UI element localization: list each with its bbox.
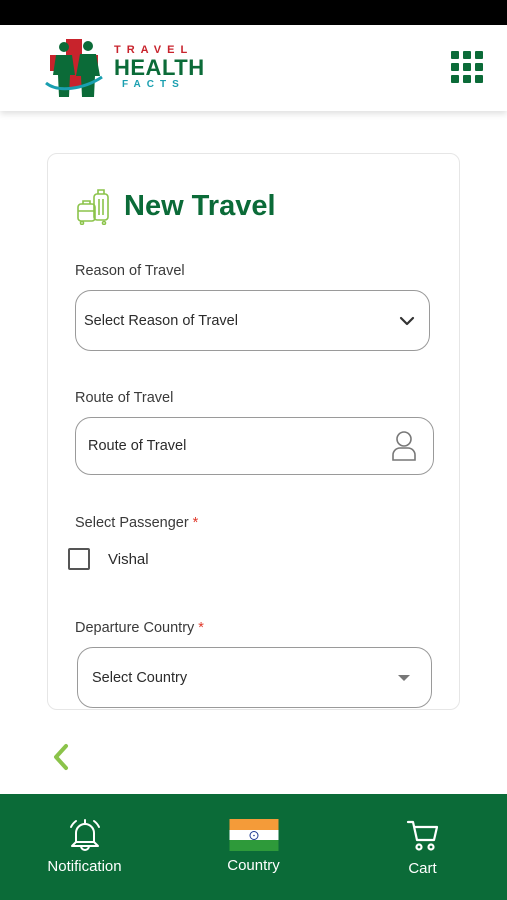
chevron-down-icon: [399, 316, 415, 325]
grid-dot: [463, 51, 471, 59]
nav-notification[interactable]: Notification: [0, 794, 169, 900]
nav-label-notification: Notification: [47, 858, 122, 875]
grid-dot: [451, 51, 459, 59]
bell-icon: [69, 819, 100, 851]
caret-down-icon: [398, 674, 410, 681]
travel-health-facts-logo[interactable]: TRAVEL HEALTH FACTS: [44, 37, 214, 99]
chevron-left-icon[interactable]: [50, 742, 72, 772]
departure-label: Departure Country *: [75, 620, 204, 636]
route-label: Route of Travel: [75, 390, 174, 406]
new-travel-card: New Travel Reason of Travel Select Reaso…: [47, 153, 460, 710]
logo-word-health: HEALTH: [114, 55, 205, 80]
luggage-icon: [77, 189, 109, 225]
cart-icon: [406, 820, 438, 851]
grid-dot: [463, 63, 471, 71]
grid-dot: [475, 63, 483, 71]
required-mark: *: [198, 620, 204, 636]
app-header: TRAVEL HEALTH FACTS: [0, 25, 507, 111]
logo-word-facts: FACTS: [122, 79, 185, 90]
nav-label-cart: Cart: [408, 860, 437, 877]
reason-label: Reason of Travel: [75, 263, 185, 279]
grid-dot: [451, 63, 459, 71]
reason-select-value: Select Reason of Travel: [84, 312, 238, 329]
person-icon: [392, 431, 416, 461]
logo-figures-icon: [45, 39, 103, 97]
grid-dot: [463, 75, 471, 83]
passenger-checkbox[interactable]: [68, 548, 90, 570]
reason-select[interactable]: Select Reason of Travel: [75, 290, 430, 351]
required-mark: *: [192, 515, 199, 531]
route-input[interactable]: Route of Travel: [75, 417, 434, 475]
passenger-name: Vishal: [108, 550, 149, 568]
departure-country-select[interactable]: Select Country: [77, 647, 432, 708]
india-flag-icon: [229, 819, 278, 851]
nav-country[interactable]: Country: [169, 794, 338, 900]
grid-menu-icon[interactable]: [451, 51, 483, 83]
grid-dot: [451, 75, 459, 83]
passenger-option[interactable]: Vishal: [68, 548, 149, 570]
page-title: New Travel: [124, 189, 276, 222]
nav-cart[interactable]: Cart: [338, 794, 507, 900]
route-input-placeholder: Route of Travel: [88, 438, 187, 454]
departure-select-value: Select Country: [92, 669, 188, 686]
card-title-row: New Travel: [74, 186, 276, 226]
nav-label-country: Country: [227, 857, 280, 874]
passenger-label-text: Select Passenger: [75, 515, 189, 531]
departure-label-text: Departure Country: [75, 620, 195, 636]
grid-dot: [475, 51, 483, 59]
grid-dot: [475, 75, 483, 83]
bottom-nav: Notification Country Cart: [0, 794, 507, 900]
status-bar: [0, 0, 507, 25]
passenger-label: Select Passenger *: [75, 515, 198, 531]
